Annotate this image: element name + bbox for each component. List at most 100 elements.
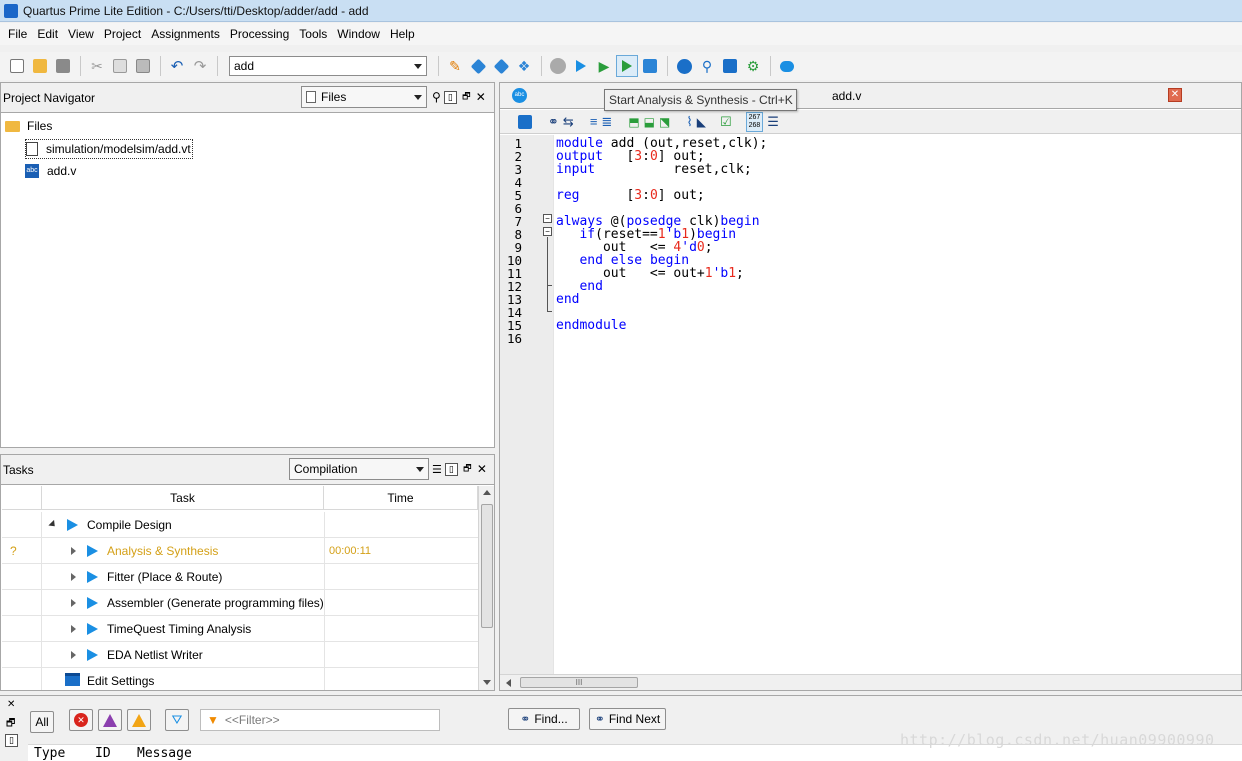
menu-assignments[interactable]: Assignments [146, 23, 225, 45]
prev-bookmark-icon[interactable]: ⬔ [659, 115, 670, 129]
insert-template-icon[interactable]: ☑ [720, 114, 732, 130]
search-icon[interactable]: ⚲ [432, 90, 441, 104]
find-binoculars-icon[interactable]: ⚭ [548, 114, 559, 130]
restore-icon[interactable]: 🗗 [461, 463, 474, 476]
chip-planner-icon[interactable]: ❖ [513, 55, 535, 77]
expand-icon[interactable] [71, 573, 76, 581]
editor-hscroll-thumb[interactable]: III [520, 677, 638, 688]
close-icon[interactable]: ✕ [476, 90, 486, 104]
close-tab-icon[interactable]: ✕ [1168, 88, 1182, 102]
pin-planner-pencil-icon[interactable]: ✎ [444, 55, 466, 77]
start-compilation-icon[interactable] [570, 55, 592, 77]
open-folder-icon[interactable] [29, 55, 51, 77]
expand-icon[interactable] [71, 547, 76, 555]
tree-item-add-v[interactable]: abc add.v [25, 164, 76, 178]
timequest-clock-icon[interactable] [673, 55, 695, 77]
task-row-edit-settings[interactable]: Edit Settings [2, 668, 478, 690]
menu-window[interactable]: Window [332, 23, 385, 45]
files-folder[interactable]: Files [5, 119, 52, 133]
editor-tab-add-v[interactable]: add.v [832, 89, 861, 103]
suppressed-filter-button[interactable]: ⛛ [165, 709, 189, 731]
attach-icon[interactable]: ⌇ [686, 114, 692, 130]
task-row-eda-netlist[interactable]: EDA Netlist Writer [2, 642, 478, 668]
rtl-viewer-icon[interactable]: ⚲ [696, 55, 718, 77]
message-column-header[interactable]: Message [137, 746, 192, 761]
list-icon[interactable]: ☰ [767, 114, 779, 130]
task-column-header[interactable]: Task [42, 486, 324, 510]
menu-help[interactable]: Help [385, 23, 420, 45]
pin-planner-icon[interactable] [490, 55, 512, 77]
message-filter-input[interactable]: ▼ <<Filter>> [200, 709, 440, 731]
menu-view[interactable]: View [63, 23, 99, 45]
scroll-down-icon[interactable] [483, 680, 491, 685]
pin-icon[interactable]: ▯ [5, 734, 18, 747]
find-button[interactable]: ⚭ Find... [508, 708, 580, 730]
fold-collapse-icon[interactable]: − [543, 227, 552, 236]
warning-filter-button[interactable] [127, 709, 151, 731]
start-analysis-elaboration-icon[interactable]: ▶ [593, 55, 615, 77]
code-area[interactable]: module add (out,reset,clk); output [3:0] … [556, 135, 1241, 675]
scroll-up-icon[interactable] [483, 490, 491, 495]
paste-icon[interactable] [132, 55, 154, 77]
find-next-button[interactable]: ⚭ Find Next [589, 708, 666, 730]
expand-icon[interactable] [71, 599, 76, 607]
scroll-left-icon[interactable] [506, 679, 511, 687]
pin-icon[interactable]: ▯ [444, 462, 458, 476]
menu-file[interactable]: File [3, 23, 32, 45]
task-flow-combo[interactable]: Compilation [289, 458, 429, 480]
assignment-editor-icon[interactable] [467, 55, 489, 77]
type-column-header[interactable]: Type [34, 746, 65, 761]
expand-icon[interactable] [71, 625, 76, 633]
tree-item-testbench-file[interactable]: simulation/modelsim/add.vt [25, 139, 193, 159]
redo-icon[interactable]: ↷ [189, 55, 211, 77]
collapse-icon[interactable] [48, 519, 58, 530]
restore-icon[interactable]: 🗗 [6, 716, 15, 733]
compilation-report-icon[interactable] [639, 55, 661, 77]
close-icon[interactable]: ✕ [7, 699, 15, 710]
list-icon[interactable]: ☰ [432, 463, 442, 476]
menu-tools[interactable]: Tools [294, 23, 332, 45]
fold-collapse-icon[interactable]: − [543, 214, 552, 223]
id-column-header[interactable]: ID [95, 746, 111, 761]
line-numbers-toggle[interactable]: 267 268 [745, 111, 764, 132]
navigator-view-combo[interactable]: Files [301, 86, 427, 108]
help-chat-icon[interactable] [776, 55, 798, 77]
cut-icon[interactable]: ✂ [86, 55, 108, 77]
tasks-scroll-thumb[interactable] [481, 504, 493, 628]
tasks-panel: Tasks Compilation ☰ ▯ 🗗 ✕ Task Time Comp… [0, 454, 495, 691]
menu-edit[interactable]: Edit [32, 23, 63, 45]
editor-horizontal-scrollbar[interactable]: III [500, 674, 1241, 690]
restore-icon[interactable]: 🗗 [460, 91, 473, 104]
block-comment-icon[interactable]: ◣ [697, 115, 706, 129]
find-replace-icon[interactable]: ⇆ [563, 114, 574, 130]
save-icon[interactable] [52, 55, 74, 77]
undo-icon[interactable]: ↶ [166, 55, 188, 77]
task-row-compile-design[interactable]: Compile Design [2, 512, 478, 538]
expand-icon[interactable] [71, 651, 76, 659]
menu-project[interactable]: Project [99, 23, 146, 45]
copy-icon[interactable] [109, 55, 131, 77]
window-icon[interactable] [518, 114, 532, 129]
tasks-vertical-scrollbar[interactable] [478, 486, 494, 690]
stop-icon[interactable] [547, 55, 569, 77]
error-filter-button[interactable]: ✕ [69, 709, 93, 731]
start-analysis-synthesis-icon[interactable] [616, 55, 638, 77]
all-messages-button[interactable]: All [30, 711, 54, 733]
project-hierarchy-combo[interactable]: add [229, 56, 427, 76]
next-bookmark-icon[interactable]: ⬓ [644, 115, 655, 129]
task-row-fitter[interactable]: Fitter (Place & Route) [2, 564, 478, 590]
critical-warning-filter-button[interactable] [98, 709, 122, 731]
menu-processing[interactable]: Processing [225, 23, 294, 45]
time-column-header[interactable]: Time [324, 486, 478, 510]
indent-icon[interactable]: ≡ [590, 114, 598, 129]
programmer-icon[interactable] [719, 55, 741, 77]
new-file-icon[interactable] [6, 55, 28, 77]
unindent-icon[interactable]: ≣ [601, 114, 612, 130]
task-row-assembler[interactable]: Assembler (Generate programming files) [2, 590, 478, 616]
insert-bookmark-icon[interactable]: ⬒ [628, 115, 639, 129]
ip-catalog-icon[interactable]: ⚙ [742, 55, 764, 77]
pin-icon[interactable]: ▯ [443, 90, 457, 104]
task-row-analysis-synthesis[interactable]: ? Analysis & Synthesis 00:00:11 [2, 538, 478, 564]
close-icon[interactable]: ✕ [477, 462, 487, 476]
task-row-timequest[interactable]: TimeQuest Timing Analysis [2, 616, 478, 642]
